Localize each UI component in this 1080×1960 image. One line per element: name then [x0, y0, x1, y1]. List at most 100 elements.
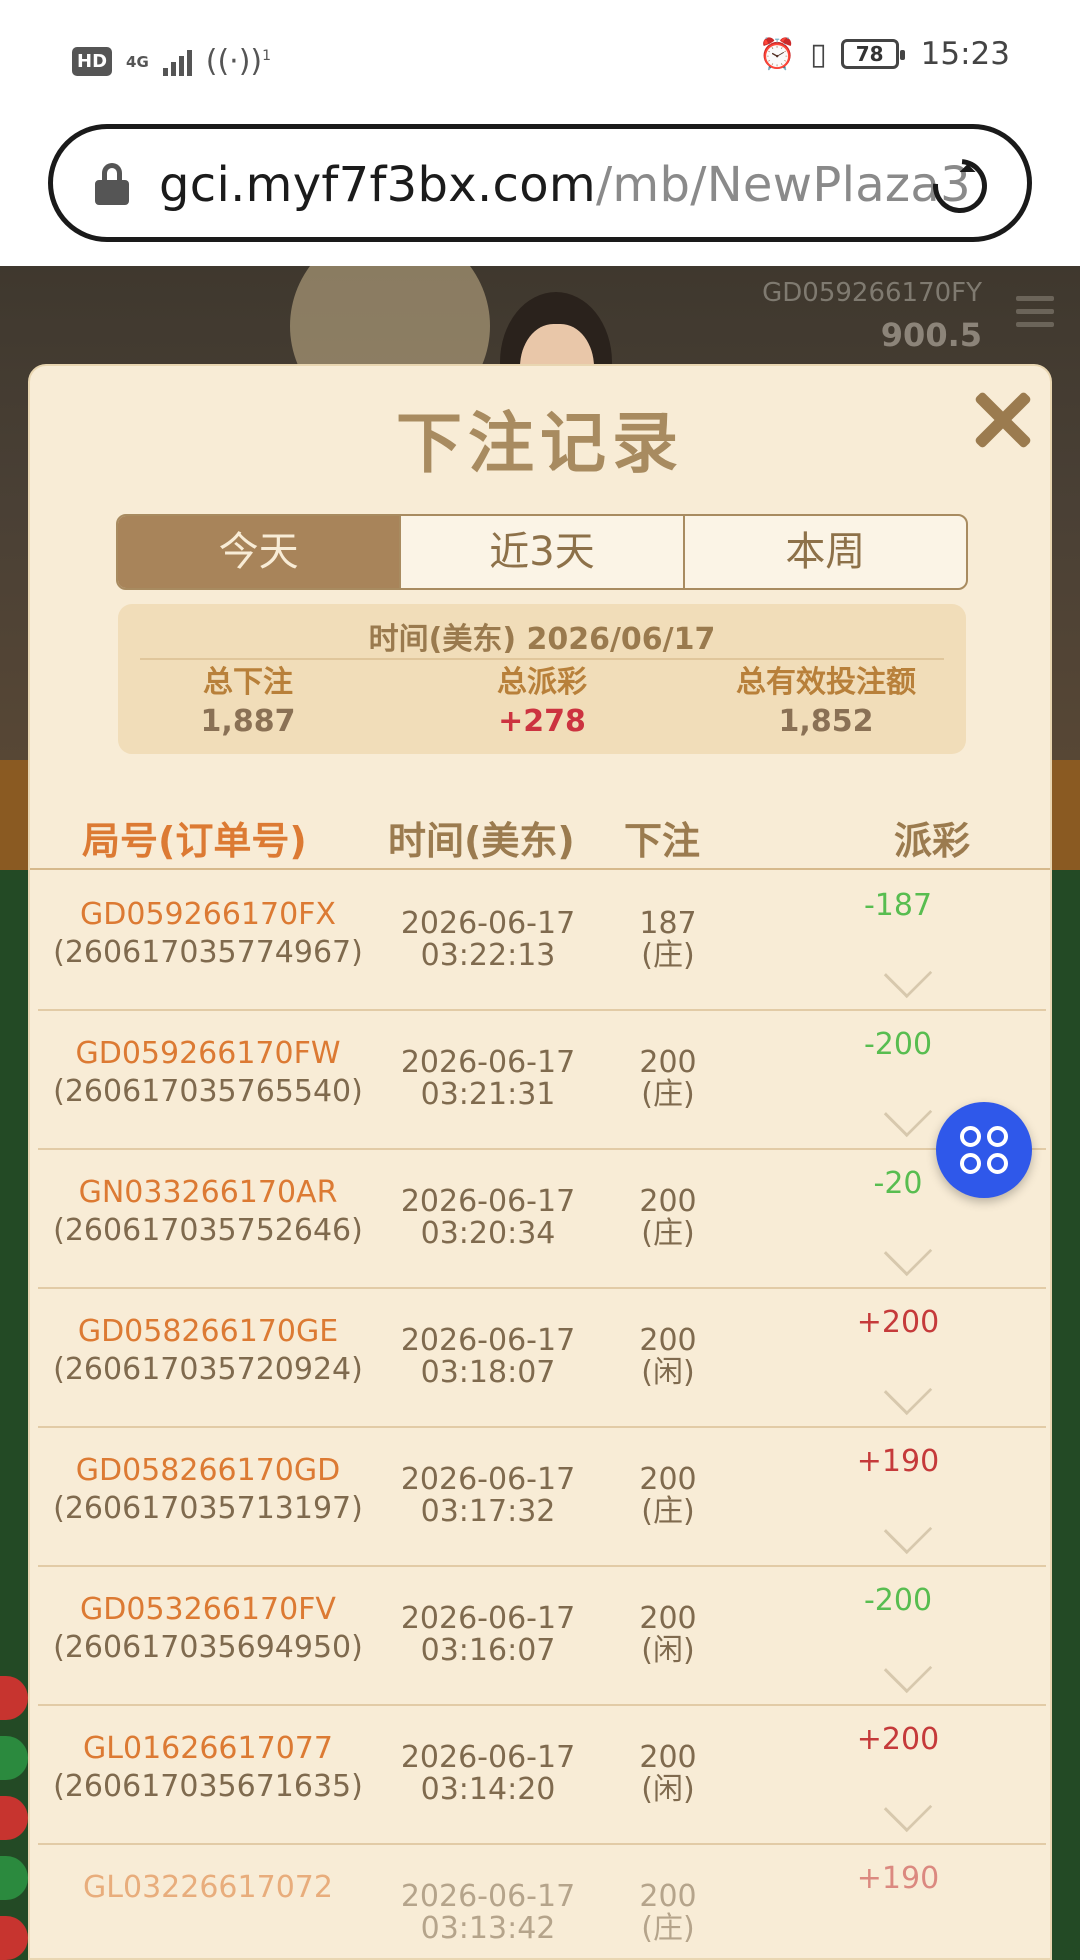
total-bet-value: 1,887	[200, 704, 296, 739]
order-id: (260617035720924)	[53, 1352, 363, 1387]
table-row[interactable]: GL03226617072 2026-06-17 03:13:42 200 (庄) …	[38, 1845, 1046, 1958]
bet-time: 03:17:32	[420, 1494, 556, 1529]
bet-time: 03:14:20	[420, 1772, 556, 1807]
bet-time: 03:20:34	[420, 1216, 556, 1251]
payout-value: +200	[856, 1305, 940, 1340]
bet-amount: 200	[639, 1045, 697, 1080]
total-payout-value: +278	[498, 704, 586, 739]
order-id: (260617035713197)	[53, 1491, 363, 1526]
payout-value: -200	[863, 1583, 933, 1618]
payout-value: +200	[856, 1722, 940, 1757]
close-icon[interactable]	[964, 384, 1036, 456]
bet-amount: 200	[639, 1740, 697, 1775]
table-row[interactable]: GD053266170FV (260617035694950) 2026-06-…	[38, 1567, 1046, 1706]
round-id: GD058266170GE	[77, 1314, 339, 1349]
total-payout-label: 总派彩	[497, 665, 587, 700]
valid-bet-value: 1,852	[778, 704, 874, 739]
chevron-down-icon[interactable]	[883, 949, 933, 999]
bet-cell: 200 (闲)	[598, 1603, 738, 1667]
url-path: /mb/NewPlaza3	[595, 157, 971, 213]
chevron-down-icon[interactable]	[883, 1227, 933, 1277]
payout-value: +190	[856, 1861, 940, 1896]
bet-cell: 200 (闲)	[598, 1325, 738, 1389]
alarm-icon: ⏰	[758, 36, 797, 72]
summary-date: 时间(美东) 2026/06/17	[368, 622, 716, 657]
round-id: GL03226617072	[83, 1870, 333, 1905]
order-id: (260617035694950)	[53, 1630, 363, 1665]
network-type: 4G	[126, 52, 149, 71]
bet-amount: 200	[639, 1601, 697, 1636]
time-cell: 2026-06-17 03:16:07	[378, 1603, 598, 1667]
bet-record-list: GD059266170FX (260617035774967) 2026-06-…	[30, 872, 1050, 1958]
bet-date: 2026-06-17	[400, 1184, 576, 1219]
round-id: GD059266170FX	[80, 897, 336, 932]
floating-menu-button[interactable]	[936, 1102, 1032, 1198]
round-id: GD059266170FW	[75, 1036, 341, 1071]
table-row[interactable]: GD059266170FX (260617035774967) 2026-06-…	[38, 872, 1046, 1011]
bet-side: (庄)	[641, 1077, 695, 1112]
order-id: (260617035774967)	[53, 935, 363, 970]
chevron-down-icon[interactable]	[883, 1366, 933, 1416]
tab-today[interactable]: 今天	[118, 516, 400, 588]
signal-icon	[162, 48, 192, 76]
divider	[140, 658, 944, 660]
table-row[interactable]: GL01626617077 (260617035671635) 2026-06-…	[38, 1706, 1046, 1845]
bet-side: (庄)	[641, 1494, 695, 1529]
bet-side: (庄)	[641, 1216, 695, 1251]
url-host: gci.myf7f3bx.com	[159, 157, 596, 213]
payout-value: +190	[856, 1444, 940, 1479]
bet-date: 2026-06-17	[400, 1323, 576, 1358]
column-header-payout: 派彩	[894, 819, 971, 863]
round-cell: GN033266170AR (260617035752646)	[38, 1174, 378, 1250]
chevron-down-icon[interactable]	[883, 1088, 933, 1138]
bet-side: (闲)	[641, 1633, 695, 1668]
bet-side: (闲)	[641, 1772, 695, 1807]
bet-date: 2026-06-17	[400, 1045, 576, 1080]
hd-icon: HD	[72, 47, 113, 76]
round-id: GL01626617077	[83, 1731, 333, 1766]
order-id: (260617035671635)	[53, 1769, 363, 1804]
round-cell: GL03226617072	[38, 1869, 378, 1907]
round-cell: GL01626617077 (260617035671635)	[38, 1730, 378, 1806]
table-row[interactable]: GD058266170GD (260617035713197) 2026-06-…	[38, 1428, 1046, 1567]
bet-cell: 200 (庄)	[598, 1881, 738, 1945]
bet-time: 03:13:42	[420, 1911, 556, 1946]
tab-last-3-days[interactable]: 近3天	[399, 516, 682, 588]
balance-amount: 900.5	[880, 316, 982, 354]
time-cell: 2026-06-17 03:22:13	[378, 908, 598, 972]
bet-cell: 200 (庄)	[598, 1464, 738, 1528]
lock-icon[interactable]	[95, 163, 129, 205]
status-bar: HD 4G ((·))1 ⏰ ▯ 78 15:23	[0, 0, 1080, 110]
menu-icon[interactable]	[1016, 296, 1054, 328]
column-header-time: 时间(美东)	[388, 819, 575, 863]
hotspot-icon: ((·))1	[205, 44, 272, 79]
order-id: (260617035765540)	[53, 1074, 363, 1109]
table-row[interactable]: GN033266170AR (260617035752646) 2026-06-…	[38, 1150, 1046, 1289]
modal-title: 下注记录	[396, 405, 684, 482]
total-bet-stat: 总下注 1,887	[118, 664, 378, 742]
vibrate-icon: ▯	[810, 36, 827, 72]
time-cell: 2026-06-17 03:13:42	[378, 1881, 598, 1945]
round-cell: GD058266170GD (260617035713197)	[38, 1452, 378, 1528]
table-row[interactable]: GD058266170GE (260617035720924) 2026-06-…	[38, 1289, 1046, 1428]
battery-icon: 78	[840, 39, 905, 69]
bet-time: 03:22:13	[420, 938, 556, 973]
column-header-id: 局号(订单号)	[82, 819, 307, 863]
address-bar[interactable]: gci.myf7f3bx.com/mb/NewPlaza3	[48, 124, 1032, 242]
bet-amount: 200	[639, 1462, 697, 1497]
table-row[interactable]: GD059266170FW (260617035765540) 2026-06-…	[38, 1011, 1046, 1150]
bet-date: 2026-06-17	[400, 1879, 576, 1914]
payout-value: -200	[863, 1027, 933, 1062]
url-text[interactable]: gci.myf7f3bx.com/mb/NewPlaza3	[159, 157, 971, 213]
bet-time: 03:21:31	[420, 1077, 556, 1112]
chevron-down-icon[interactable]	[883, 1783, 933, 1833]
time-cell: 2026-06-17 03:14:20	[378, 1742, 598, 1806]
chevron-down-icon[interactable]	[883, 1644, 933, 1694]
bet-date: 2026-06-17	[400, 906, 576, 941]
tab-this-week[interactable]: 本周	[682, 516, 966, 588]
bet-date: 2026-06-17	[400, 1601, 576, 1636]
time-cell: 2026-06-17 03:20:34	[378, 1186, 598, 1250]
bet-cell: 200 (庄)	[598, 1186, 738, 1250]
chevron-down-icon[interactable]	[883, 1505, 933, 1555]
bet-time: 03:16:07	[420, 1633, 556, 1668]
